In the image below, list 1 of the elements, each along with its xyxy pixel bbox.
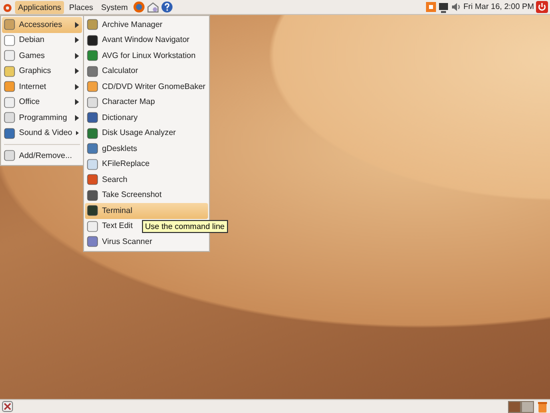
tooltip: Use the command line [142,220,228,232]
